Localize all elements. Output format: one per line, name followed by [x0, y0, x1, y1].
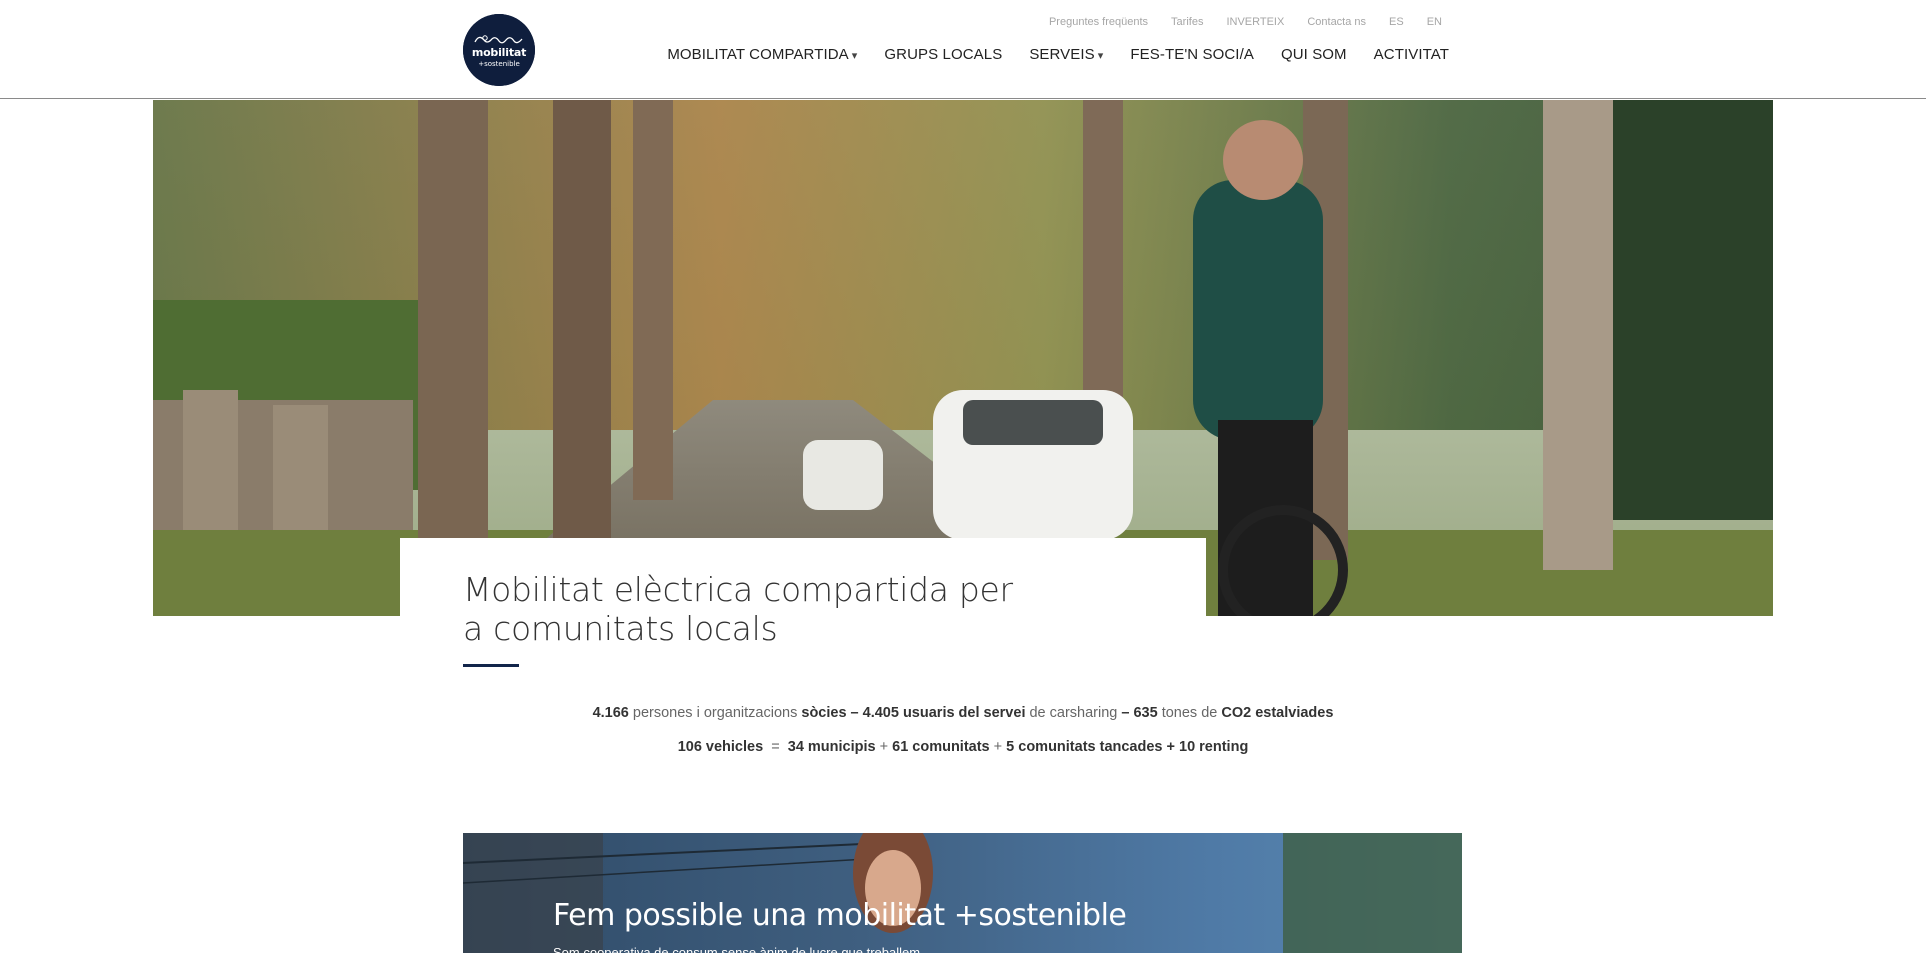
nav-activitat[interactable]: ACTIVITAT	[1374, 46, 1449, 63]
nav-serveis[interactable]: SERVEIS ▾	[1029, 46, 1103, 63]
stat-tancades-renting: 5 comunitats tancades + 10 renting	[1006, 739, 1249, 755]
stat-text: =	[763, 739, 788, 755]
logo-tagline: +sostenible	[478, 60, 520, 68]
logo-wordmark: mobilitat	[471, 46, 527, 59]
stat-socis-users: sòcies – 4.405 usuaris del servei	[801, 705, 1026, 721]
nav-label: QUI SOM	[1280, 46, 1347, 63]
stat-text: de carsharing	[1025, 705, 1122, 721]
nav-label: FES-TE'N SOCI/A	[1130, 46, 1254, 63]
link-contacta[interactable]: Contacta ns	[1307, 16, 1366, 28]
stat-comunitats: 61 comunitats	[892, 739, 990, 755]
nav-fes-ten-soci[interactable]: FES-TE'N SOCI/A	[1130, 46, 1254, 63]
main-nav: MOBILITAT COMPARTIDA ▾ GRUPS LOCALS SERVE…	[640, 46, 1449, 63]
stat-text: +	[989, 739, 1007, 755]
stat-text: tones de	[1157, 705, 1222, 721]
lang-en[interactable]: EN	[1427, 16, 1442, 28]
stat-co2: CO2 estalviades	[1221, 705, 1334, 721]
promo-banner: Fem possible una mobilitat +sostenible S…	[463, 833, 1462, 953]
stat-text: +	[875, 739, 893, 755]
stat-municipis: 34 municipis	[787, 739, 876, 755]
site-logo[interactable]: mobilitat +sostenible	[463, 14, 535, 86]
stat-text: persones i organitzacions	[628, 705, 802, 721]
nav-grups-locals[interactable]: GRUPS LOCALS	[884, 46, 1002, 63]
link-faq[interactable]: Preguntes freqüents	[1049, 16, 1148, 28]
link-tarifes[interactable]: Tarifes	[1171, 16, 1203, 28]
utility-nav: Preguntes freqüents Tarifes INVERTEIX Co…	[1026, 16, 1442, 28]
link-inverteix[interactable]: INVERTEIX	[1226, 16, 1284, 28]
hero-title: Mobilitat elèctrica compartida per a com…	[463, 570, 1013, 648]
stat-persons: 4.166	[592, 705, 629, 721]
nav-label: SERVEIS	[1029, 46, 1095, 63]
stats-line-2: 106 vehicles = 34 municipis + 61 comunit…	[0, 739, 1926, 755]
stats-line-1: 4.166 persones i organitzacions sòcies –…	[0, 705, 1926, 721]
chevron-down-icon: ▾	[851, 50, 858, 62]
nav-label: MOBILITAT COMPARTIDA	[667, 46, 849, 63]
banner-subtitle: Som cooperativa de consum sense ànim de …	[553, 945, 921, 953]
banner-photo	[463, 833, 1462, 953]
title-divider	[463, 664, 519, 667]
stat-tones: – 635	[1121, 705, 1158, 721]
nav-label: GRUPS LOCALS	[884, 46, 1003, 63]
nav-label: ACTIVITAT	[1373, 46, 1449, 63]
banner-title: Fem possible una mobilitat +sostenible	[553, 898, 1127, 933]
stat-vehicles: 106 vehicles	[677, 739, 764, 755]
lang-es[interactable]: ES	[1389, 16, 1404, 28]
site-header: mobilitat +sostenible Preguntes freqüent…	[0, 0, 1926, 99]
nav-mobilitat-compartida[interactable]: MOBILITAT COMPARTIDA ▾	[667, 46, 857, 63]
chevron-down-icon: ▾	[1097, 50, 1104, 62]
nav-qui-som[interactable]: QUI SOM	[1281, 46, 1347, 63]
